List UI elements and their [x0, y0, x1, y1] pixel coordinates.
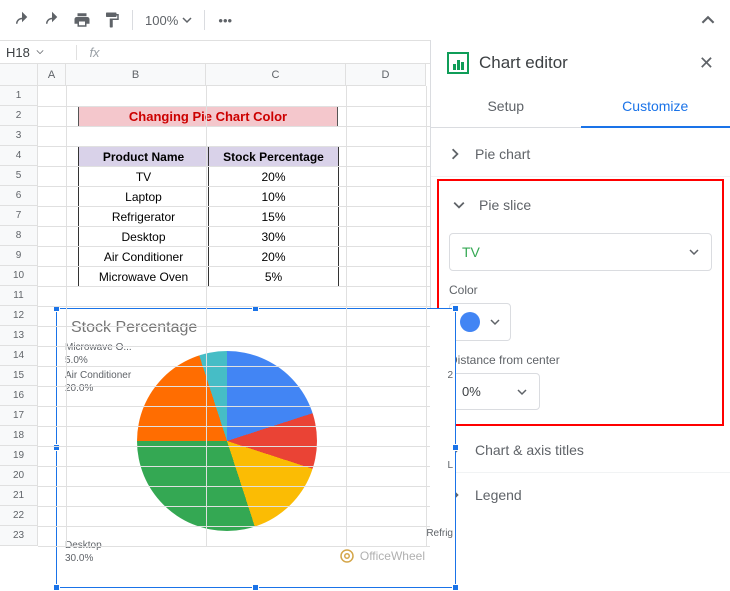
row-header[interactable]: 12: [0, 306, 38, 326]
dropdown-icon: [517, 387, 527, 397]
fx-label: fx: [76, 45, 104, 60]
row-header[interactable]: 19: [0, 446, 38, 466]
row-header[interactable]: 8: [0, 226, 38, 246]
row-header[interactable]: 7: [0, 206, 38, 226]
table-header[interactable]: Stock Percentage: [209, 147, 339, 167]
table-cell[interactable]: 5%: [209, 267, 339, 287]
table-row[interactable]: Microwave Oven5%: [79, 267, 339, 287]
row-header[interactable]: 17: [0, 406, 38, 426]
formula-bar: H18 fx: [0, 40, 430, 64]
row-header[interactable]: 14: [0, 346, 38, 366]
redo-button[interactable]: [38, 6, 66, 34]
row-header[interactable]: 9: [0, 246, 38, 266]
row-header[interactable]: 23: [0, 526, 38, 546]
section-chart-axis-titles[interactable]: Chart & axis titles: [431, 428, 730, 473]
section-legend[interactable]: Legend: [431, 473, 730, 517]
table-row[interactable]: Laptop10%: [79, 187, 339, 207]
row-header[interactable]: 3: [0, 126, 38, 146]
table-row[interactable]: TV20%: [79, 167, 339, 187]
dropdown-icon: [490, 317, 500, 327]
row-header[interactable]: 13: [0, 326, 38, 346]
chart-title: Stock Percentage: [57, 309, 455, 341]
table-cell[interactable]: 15%: [209, 207, 339, 227]
row-header[interactable]: 15: [0, 366, 38, 386]
table-cell[interactable]: Desktop: [79, 227, 209, 247]
color-label: Color: [449, 283, 712, 297]
chevron-down-icon: [453, 199, 465, 211]
slice-label: L: [447, 459, 453, 472]
separator: [204, 10, 205, 30]
table-cell[interactable]: 20%: [209, 167, 339, 187]
table-header[interactable]: Product Name: [79, 147, 209, 167]
panel-title: Chart editor: [479, 53, 689, 73]
row-header[interactable]: 22: [0, 506, 38, 526]
dropdown-icon: [36, 48, 44, 56]
col-header[interactable]: A: [38, 64, 66, 86]
slice-label: Desktop30.0%: [65, 539, 102, 565]
pie-chart[interactable]: [137, 351, 317, 531]
row-header[interactable]: 16: [0, 386, 38, 406]
select-all-corner[interactable]: [0, 64, 38, 86]
dropdown-icon: [689, 247, 699, 257]
tab-customize[interactable]: Customize: [581, 86, 730, 128]
dropdown-icon: [182, 15, 192, 25]
highlighted-section: Pie slice TV Color Distance from center …: [437, 179, 724, 426]
row-header[interactable]: 18: [0, 426, 38, 446]
spreadsheet[interactable]: H18 fx ABCD 1234567891011121314151617181…: [0, 40, 430, 573]
more-button[interactable]: •••: [211, 6, 239, 34]
slice-label: 2: [447, 369, 453, 382]
chevron-right-icon: [449, 148, 461, 160]
table-cell[interactable]: TV: [79, 167, 209, 187]
sheet-title-cell[interactable]: Changing Pie Chart Color: [78, 106, 338, 126]
table-cell[interactable]: Laptop: [79, 187, 209, 207]
chart-editor-icon: [447, 52, 469, 74]
gear-icon: [338, 547, 356, 565]
toolbar: 100% •••: [0, 0, 730, 40]
print-button[interactable]: [68, 6, 96, 34]
table-cell[interactable]: 30%: [209, 227, 339, 247]
row-header[interactable]: 11: [0, 286, 38, 306]
row-header[interactable]: 6: [0, 186, 38, 206]
table-row[interactable]: Air Conditioner20%: [79, 247, 339, 267]
row-header[interactable]: 20: [0, 466, 38, 486]
row-header[interactable]: 21: [0, 486, 38, 506]
col-header[interactable]: D: [346, 64, 426, 86]
table-cell[interactable]: 20%: [209, 247, 339, 267]
section-pie-chart[interactable]: Pie chart: [431, 132, 730, 177]
row-header[interactable]: 10: [0, 266, 38, 286]
table-cell[interactable]: 10%: [209, 187, 339, 207]
distance-label: Distance from center: [449, 353, 712, 367]
name-box[interactable]: H18: [0, 45, 76, 60]
tab-setup[interactable]: Setup: [431, 86, 581, 127]
separator: [132, 10, 133, 30]
table-cell[interactable]: Refrigerator: [79, 207, 209, 227]
row-header[interactable]: 2: [0, 106, 38, 126]
row-header[interactable]: 4: [0, 146, 38, 166]
undo-button[interactable]: [8, 6, 36, 34]
zoom-select[interactable]: 100%: [139, 13, 198, 28]
table-row[interactable]: Refrigerator15%: [79, 207, 339, 227]
color-swatch: [460, 312, 480, 332]
slice-label: Microwave O...5.0%: [65, 341, 132, 367]
chart-editor-panel: Chart editor ✕ Setup Customize Pie chart…: [430, 40, 730, 573]
distance-selector[interactable]: 0%: [449, 373, 540, 410]
col-header[interactable]: C: [206, 64, 346, 86]
slice-label: Refrig: [426, 527, 453, 540]
slice-label: Air Conditioner20.0%: [65, 369, 131, 395]
collapse-button[interactable]: [694, 6, 722, 34]
row-header[interactable]: 1: [0, 86, 38, 106]
table-row[interactable]: Desktop30%: [79, 227, 339, 247]
section-pie-slice[interactable]: Pie slice: [449, 187, 712, 223]
col-header[interactable]: B: [66, 64, 206, 86]
row-header[interactable]: 5: [0, 166, 38, 186]
slice-selector[interactable]: TV: [449, 233, 712, 271]
table-cell[interactable]: Air Conditioner: [79, 247, 209, 267]
table-cell[interactable]: Microwave Oven: [79, 267, 209, 287]
paint-format-button[interactable]: [98, 6, 126, 34]
watermark: OfficeWheel: [338, 547, 425, 565]
close-button[interactable]: ✕: [699, 53, 714, 74]
